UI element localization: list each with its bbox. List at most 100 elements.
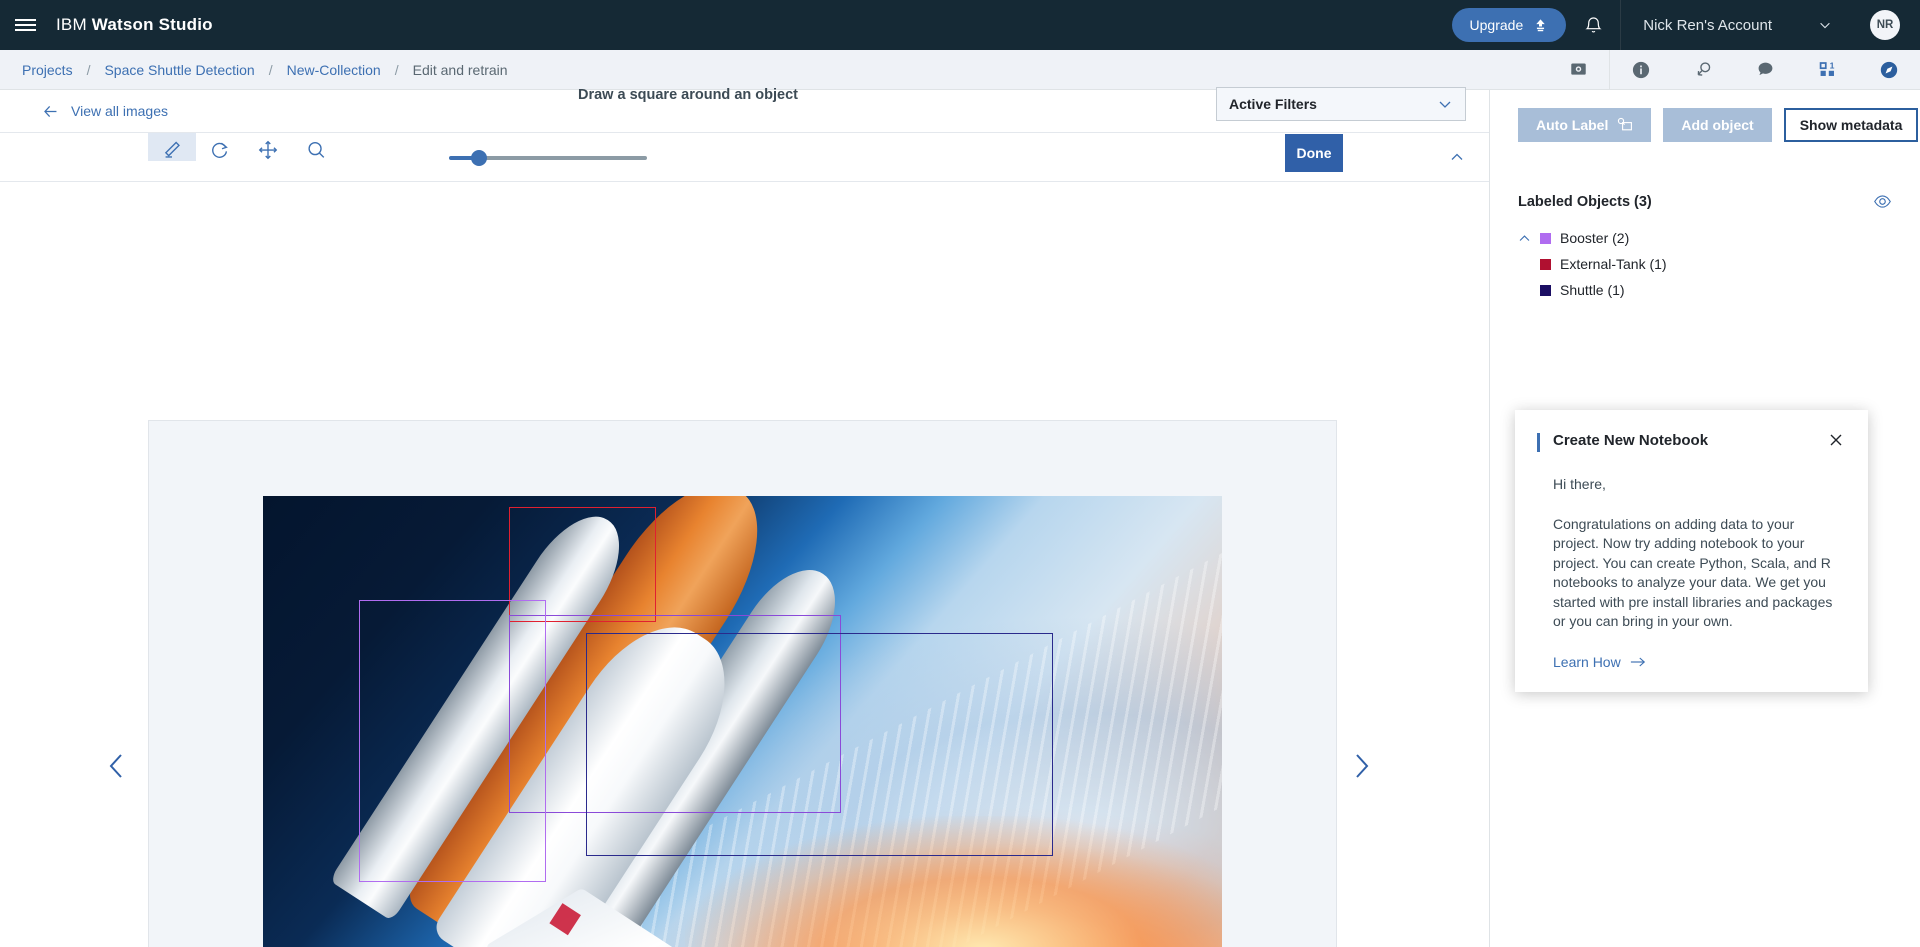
top-nav-right: Upgrade Nick Ren's Account NR — [1451, 0, 1920, 50]
brand-prefix: IBM — [56, 15, 87, 34]
labeled-objects-list: Booster (2) External-Tank (1) Shuttle (1… — [1490, 211, 1920, 303]
bounding-box-shuttle[interactable] — [586, 633, 1054, 856]
image-canvas-area — [0, 182, 1489, 947]
active-filters-container: Active Filters — [1216, 87, 1466, 121]
show-metadata-button[interactable]: Show metadata — [1783, 108, 1919, 142]
redo-icon — [212, 142, 228, 158]
add-object-button[interactable]: Add object — [1663, 108, 1772, 142]
label-booster: Booster (2) — [1560, 230, 1630, 246]
move-icon — [258, 140, 278, 160]
avatar-container[interactable]: NR — [1850, 0, 1920, 50]
svg-text:1: 1 — [1829, 61, 1834, 71]
upgrade-button[interactable]: Upgrade — [1451, 8, 1567, 42]
active-filters-dropdown[interactable]: Active Filters — [1216, 87, 1466, 121]
apps-grid-icon: 1 — [1819, 61, 1834, 76]
editor-toolbar: Draw a square around an object Active Fi… — [0, 87, 1489, 215]
info-button[interactable] — [1610, 50, 1672, 90]
close-icon — [1830, 434, 1842, 446]
zoom-slider-handle[interactable] — [470, 150, 487, 166]
list-item-external-tank[interactable]: External-Tank (1) — [1518, 251, 1892, 277]
bell-icon — [1585, 16, 1602, 33]
chevron-up-icon — [1451, 153, 1463, 160]
chat-button[interactable] — [1734, 50, 1796, 90]
label-external-tank: External-Tank (1) — [1560, 256, 1667, 272]
color-swatch-external-tank — [1540, 258, 1551, 270]
breadcrumb-icon-toolbar: 1 — [1547, 49, 1920, 90]
brand-name: Watson Studio — [91, 15, 213, 34]
account-selector[interactable]: Nick Ren's Account — [1621, 0, 1850, 50]
chevron-down-icon — [1820, 22, 1830, 29]
compass-icon — [1880, 61, 1898, 78]
avatar: NR — [1870, 10, 1900, 40]
app-brand: IBM Watson Studio — [56, 15, 213, 35]
breadcrumb-separator: / — [86, 61, 91, 78]
view-all-images-link[interactable]: View all images — [71, 103, 168, 119]
arrow-right-icon — [1630, 657, 1645, 666]
bounding-box-booster-2[interactable] — [358, 600, 546, 883]
color-swatch-shuttle — [1540, 284, 1551, 296]
chevron-left-icon — [109, 754, 122, 778]
compass-button[interactable] — [1858, 50, 1920, 90]
image-panel — [148, 420, 1337, 947]
breadcrumb-item-projects[interactable]: Projects — [22, 62, 73, 78]
label-shuttle: Shuttle (1) — [1560, 282, 1625, 298]
breadcrumb-item-space-shuttle-detection[interactable]: Space Shuttle Detection — [104, 62, 254, 78]
learn-how-link[interactable]: Learn How — [1553, 654, 1844, 670]
breadcrumb-separator: / — [394, 61, 399, 78]
tool-add-objects[interactable] — [148, 133, 196, 161]
arrow-left-icon[interactable] — [42, 103, 59, 120]
upload-arrow-icon — [1536, 18, 1545, 31]
list-item-booster[interactable]: Booster (2) — [1518, 225, 1892, 251]
popup-title: Create New Notebook — [1553, 432, 1709, 449]
tool-pan[interactable] — [244, 133, 292, 161]
chevron-down-icon — [1439, 101, 1451, 108]
pencil-icon — [164, 141, 180, 158]
create-notebook-popup: Create New Notebook Hi there, Congratula… — [1515, 410, 1868, 692]
tool-reset-view[interactable] — [196, 133, 244, 161]
breadcrumb-item-edit-and-retrain: Edit and retrain — [412, 61, 508, 78]
auto-label-image-icon — [1618, 117, 1633, 131]
tool-zoom[interactable] — [292, 133, 340, 161]
breadcrumb-separator: / — [268, 61, 273, 78]
auto-label-button[interactable]: Auto Label — [1518, 108, 1652, 142]
color-swatch-booster — [1540, 232, 1551, 244]
toggle-visibility-button[interactable] — [1873, 192, 1892, 211]
popup-greeting: Hi there, — [1553, 476, 1606, 492]
eye-icon — [1874, 195, 1891, 208]
apps-grid-button[interactable]: 1 — [1796, 50, 1858, 90]
main-layout: View all images Draw a square around an … — [0, 87, 1920, 947]
screenshot-button[interactable] — [1547, 50, 1609, 90]
info-icon — [1632, 61, 1650, 78]
zoom-slider[interactable] — [449, 150, 647, 166]
annotated-image[interactable] — [263, 496, 1222, 947]
popup-body: Hi there, Congratulations on adding data… — [1537, 475, 1844, 632]
image-editor-column: View all images Draw a square around an … — [0, 87, 1489, 947]
chevron-up-icon — [1519, 234, 1530, 241]
active-filters-label: Active Filters — [1229, 96, 1317, 112]
account-label: Nick Ren's Account — [1643, 16, 1772, 34]
popup-header: Create New Notebook — [1537, 432, 1844, 453]
done-button[interactable]: Done — [1285, 134, 1343, 172]
breadcrumb-bar: Projects / Space Shuttle Detection / New… — [0, 49, 1920, 90]
top-navigation-bar: IBM Watson Studio Upgrade Nick Ren's Acc… — [0, 0, 1920, 50]
labels-panel: Auto Label Add object Show metadata Labe… — [1489, 90, 1920, 947]
labeled-objects-title: Labeled Objects (3) — [1518, 193, 1652, 210]
breadcrumb-item-new-collection[interactable]: New-Collection — [287, 62, 381, 78]
collapse-toolbar-button[interactable] — [1443, 143, 1471, 171]
add-object-label: Add object — [1681, 117, 1754, 133]
auto-label-label: Auto Label — [1536, 117, 1609, 133]
expand-booster-button[interactable] — [1518, 232, 1540, 245]
zoom-slider-track — [477, 156, 647, 160]
previous-image-button[interactable] — [100, 749, 134, 783]
notifications-button[interactable] — [1566, 0, 1620, 50]
breadcrumb: Projects / Space Shuttle Detection / New… — [22, 62, 508, 78]
chat-bubble-icon — [1758, 62, 1772, 76]
search-history-button[interactable] — [1672, 50, 1734, 90]
next-image-button[interactable] — [1344, 749, 1378, 783]
list-item-shuttle[interactable]: Shuttle (1) — [1518, 277, 1892, 303]
popup-close-button[interactable] — [1828, 432, 1844, 453]
hamburger-menu-icon[interactable] — [0, 0, 50, 50]
upgrade-label: Upgrade — [1469, 17, 1524, 33]
popup-paragraph: Congratulations on adding data to your p… — [1553, 515, 1833, 630]
panel-action-buttons: Auto Label Add object Show metadata — [1490, 90, 1920, 142]
